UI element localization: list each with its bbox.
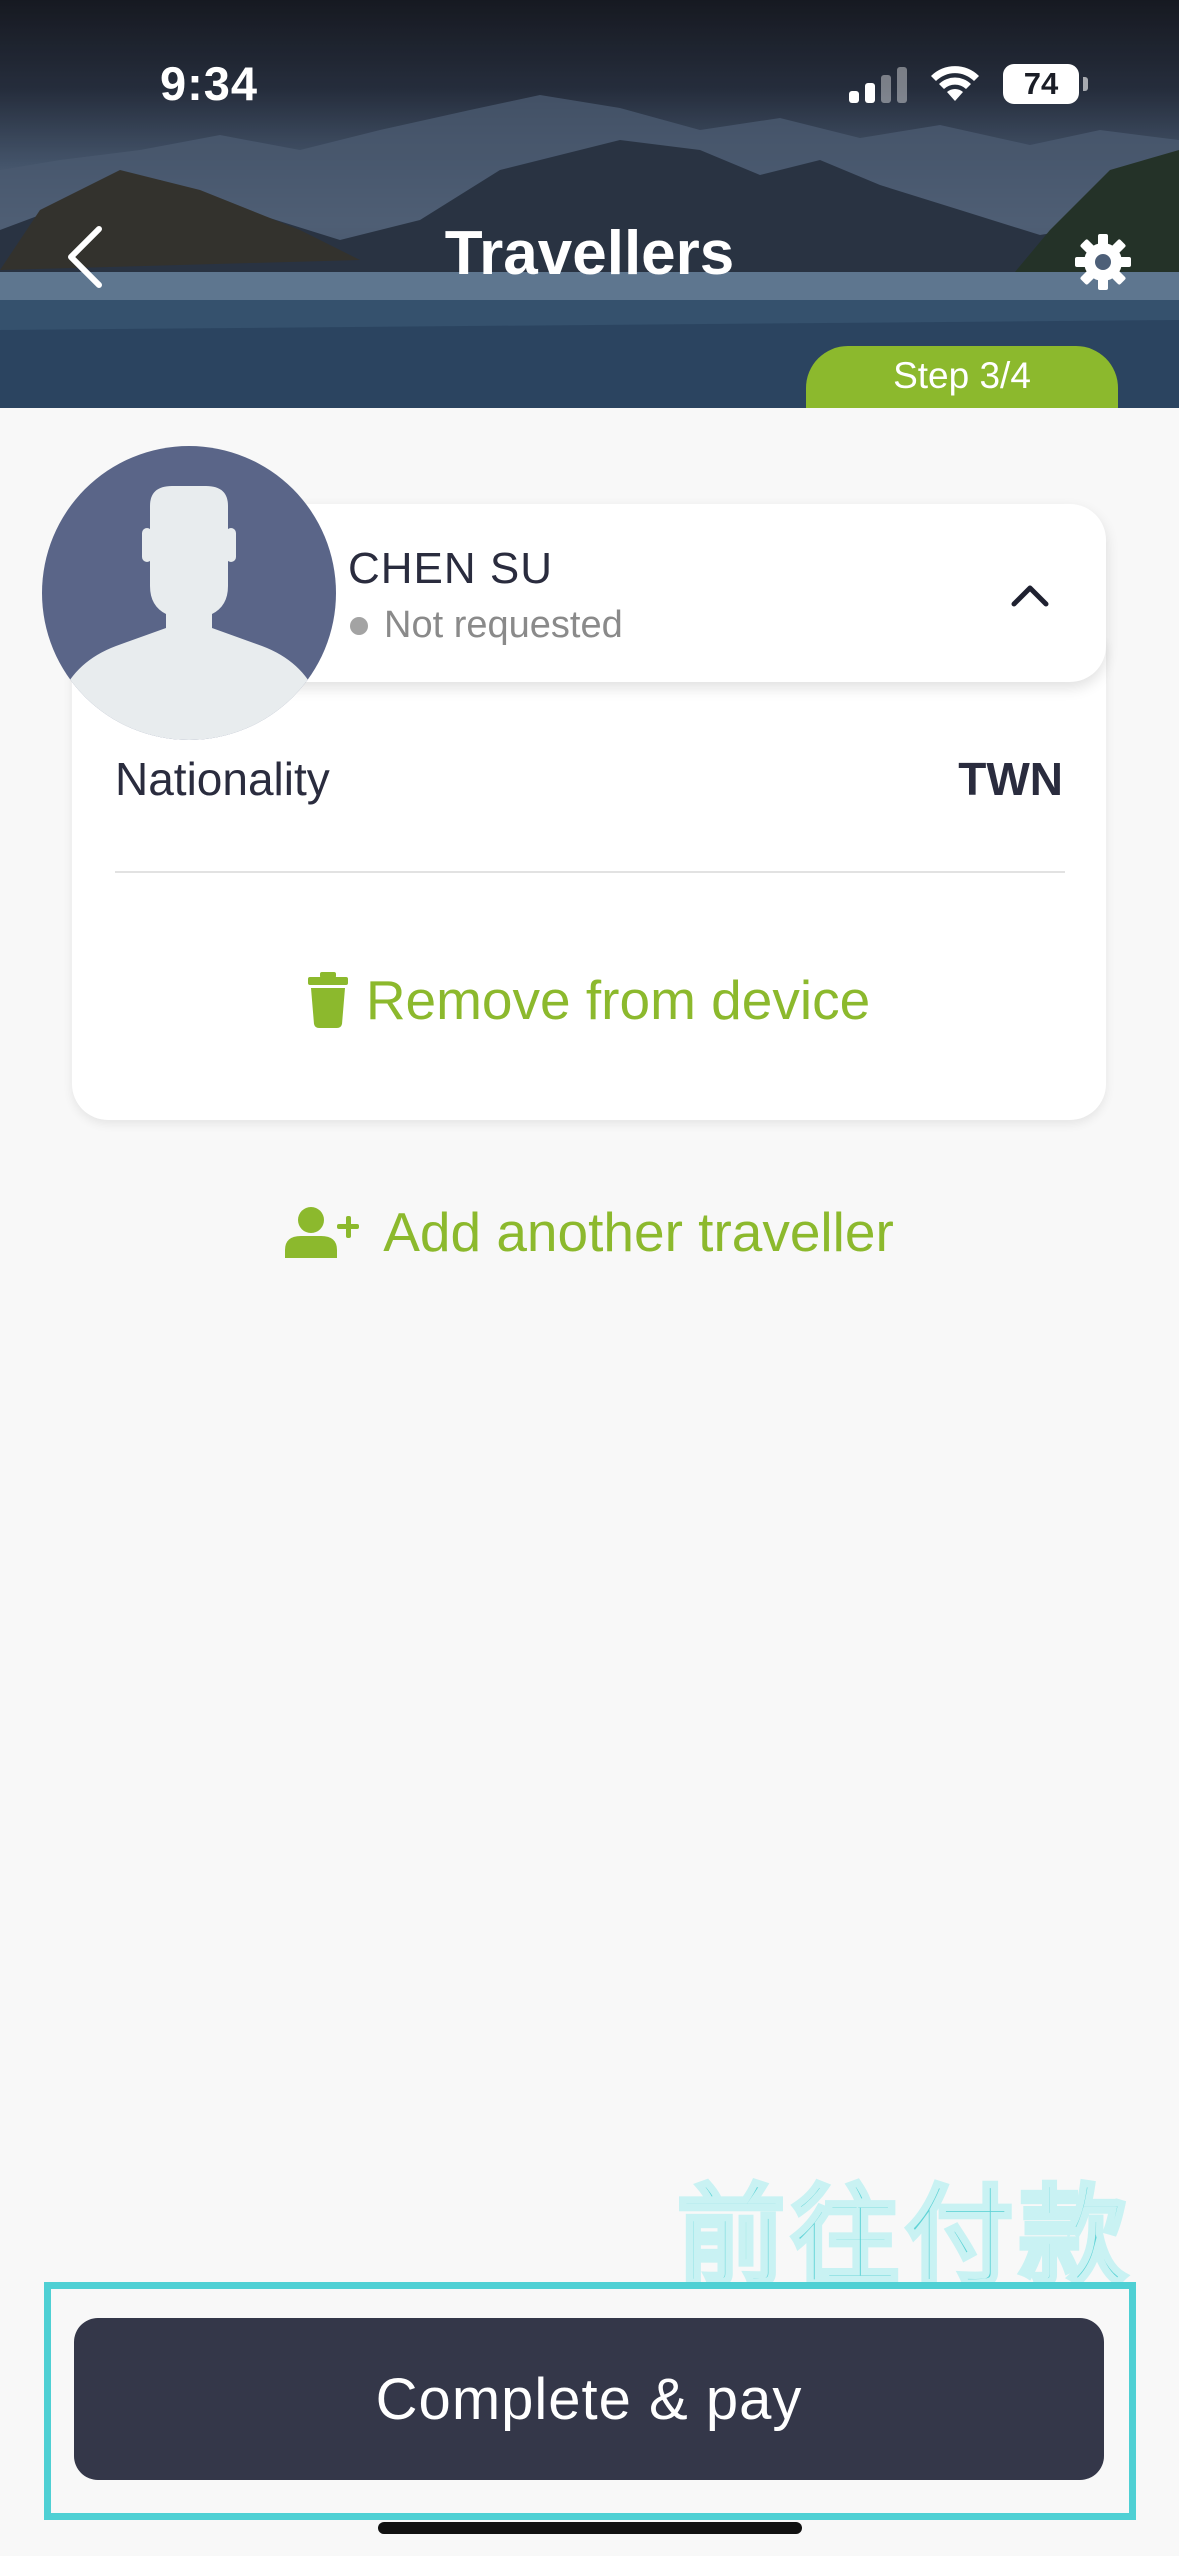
add-traveller-button[interactable]: Add another traveller [0, 1190, 1179, 1274]
gear-icon [1075, 234, 1131, 290]
traveller-status: Not requested [384, 604, 623, 646]
remove-from-device-label: Remove from device [365, 969, 871, 1031]
home-indicator [378, 2522, 802, 2534]
status-icons: 74 [849, 64, 1088, 104]
status-dot-icon [350, 617, 368, 635]
battery-icon: 74 [1003, 64, 1088, 104]
complete-and-pay-button[interactable]: Complete & pay [74, 2318, 1104, 2480]
add-user-icon [285, 1207, 360, 1258]
step-badge: Step 3/4 [806, 346, 1118, 408]
wifi-icon [931, 66, 979, 101]
chevron-up-icon [1011, 585, 1049, 607]
divider [115, 871, 1065, 873]
nationality-label: Nationality [115, 753, 330, 805]
person-silhouette-icon [42, 486, 336, 740]
status-time: 9:34 [160, 57, 259, 110]
trash-icon [307, 972, 348, 1028]
settings-button[interactable] [1067, 226, 1139, 298]
page-title: Travellers [444, 219, 735, 288]
add-traveller-label: Add another traveller [383, 1201, 894, 1263]
remove-from-device-button[interactable]: Remove from device [72, 960, 1106, 1040]
avatar [42, 446, 336, 740]
traveller-name: CHEN SU [348, 544, 554, 593]
nationality-value: TWN [958, 753, 1063, 805]
header-banner: 9:34 74 Travellers Step 3/4 [0, 0, 1179, 408]
collapse-button[interactable] [1000, 570, 1060, 620]
cellular-signal-icon [849, 65, 907, 103]
